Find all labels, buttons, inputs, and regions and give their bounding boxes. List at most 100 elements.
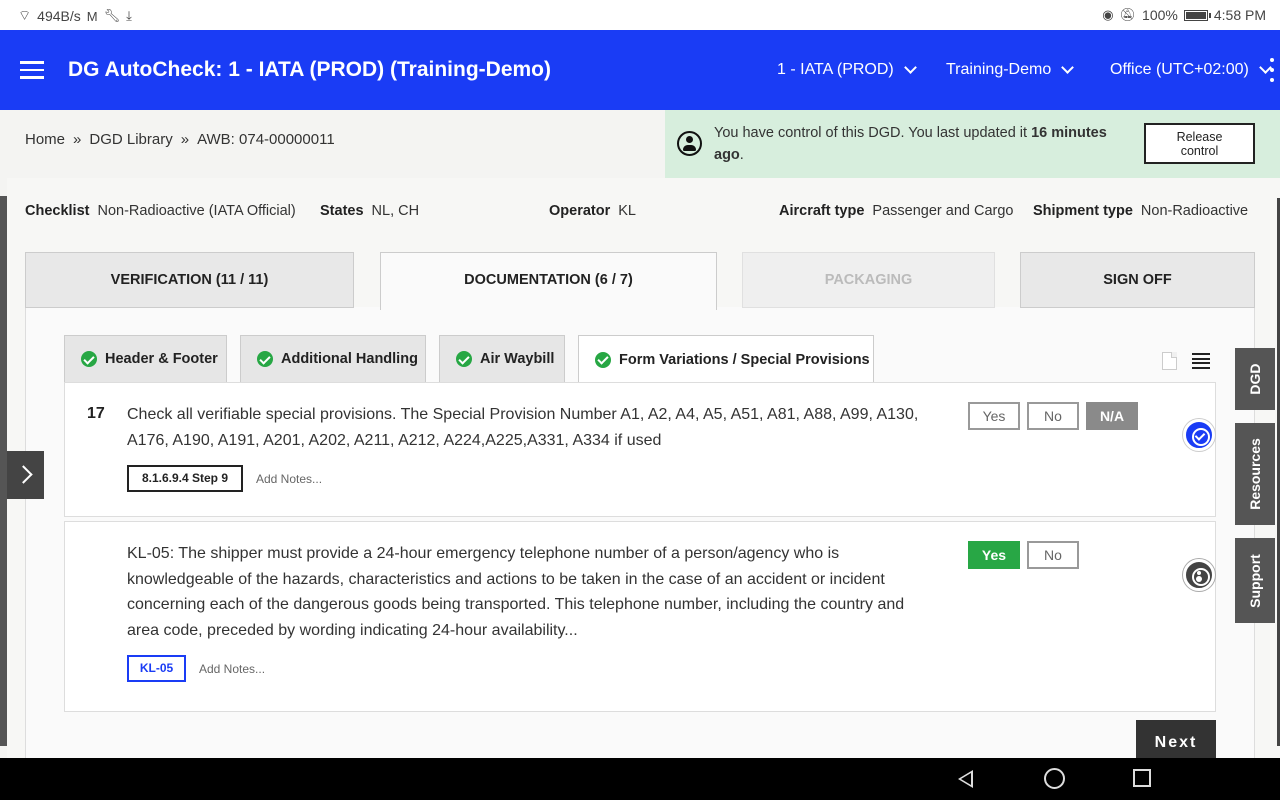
question-card: 17 Check all verifiable special provisio… — [64, 382, 1216, 517]
question-card: KL-05: The shipper must provide a 24-hou… — [64, 521, 1216, 712]
operator-label: Operator — [549, 203, 611, 219]
gmail-icon: M — [86, 8, 98, 24]
side-tab-dgd[interactable]: DGD — [1235, 348, 1275, 410]
environment-dropdown[interactable]: 1 - IATA (PROD) — [777, 61, 917, 79]
list-view-icon[interactable] — [1192, 353, 1210, 369]
operator-meta: Operator KL — [549, 203, 636, 219]
check-circle-icon — [81, 351, 97, 367]
states-label: States — [320, 203, 364, 219]
question-text-line: concerning each of the dangerous goods b… — [127, 596, 905, 613]
battery-percent: 100% — [1142, 7, 1178, 23]
release-control-label: control — [1180, 144, 1219, 158]
system-status-bar: ⌔ 494B/s M 🔧︎ ⤓ ◉ 🔕︎ 100% 4:58 PM — [0, 0, 1280, 30]
aircraft-type-label: Aircraft type — [779, 203, 865, 219]
system-navigation-bar — [0, 758, 1280, 800]
question-text-line: knowledgeable of the hazards, characteri… — [127, 570, 885, 588]
answer-yes-button[interactable]: Yes — [968, 402, 1020, 430]
check-circle-icon — [456, 351, 472, 367]
breadcrumb-separator: » — [180, 131, 190, 148]
battery-icon — [1183, 9, 1211, 21]
menu-icon[interactable] — [20, 61, 44, 79]
aircraft-meta: Aircraft type Passenger and Cargo — [779, 203, 1014, 219]
back-icon[interactable] — [958, 770, 973, 788]
control-banner: You have control of this DGD. You last u… — [665, 110, 1280, 178]
side-tab-resources[interactable]: Resources — [1235, 423, 1275, 525]
add-notes-link[interactable]: Add Notes... — [199, 662, 265, 676]
timezone-dropdown-label: Office (UTC+02:00) — [1110, 61, 1249, 78]
breadcrumb-separator: » — [73, 131, 82, 148]
aircraft-type-value: Passenger and Cargo — [872, 203, 1014, 219]
control-message-text: You have control of this DGD. You last u… — [714, 125, 1032, 141]
home-icon[interactable] — [1044, 768, 1065, 789]
tab-packaging: PACKAGING — [742, 252, 995, 308]
left-divider — [0, 196, 7, 746]
mute-icon: 🔕︎ — [1119, 7, 1137, 22]
next-button[interactable]: Next — [1136, 720, 1216, 758]
control-message: You have control of this DGD. You last u… — [714, 122, 1124, 166]
expand-drawer-button[interactable] — [7, 451, 44, 499]
add-notes-link[interactable]: Add Notes... — [256, 472, 322, 486]
control-message-suffix: . — [739, 147, 744, 163]
subtab-header-footer[interactable]: Header & Footer — [64, 335, 227, 382]
user-icon — [677, 131, 702, 156]
side-tab-label: Resources — [1247, 438, 1263, 510]
app-header: DG AutoCheck: 1 - IATA (PROD) (Training-… — [0, 30, 1280, 110]
shipment-type-value: Non-Radioactive — [1140, 203, 1249, 219]
verified-status-icon[interactable] — [1183, 419, 1215, 451]
clock: 4:58 PM — [1213, 7, 1266, 23]
tab-verification[interactable]: VERIFICATION (11 / 11) — [25, 252, 354, 308]
side-tab-label: Support — [1247, 553, 1263, 608]
tab-documentation[interactable]: DOCUMENTATION (6 / 7) — [380, 252, 717, 310]
answer-na-button[interactable]: N/A — [1086, 402, 1138, 430]
wrench-icon: 🔧︎ — [103, 8, 121, 23]
answer-yes-button[interactable]: Yes — [968, 541, 1020, 569]
question-text-line: area code, preceded by wording indicatin… — [127, 621, 578, 639]
reference-button[interactable]: 8.1.6.9.4 Step 9 — [127, 465, 243, 492]
account-dropdown[interactable]: Training-Demo — [946, 61, 1075, 79]
subtab-air-waybill[interactable]: Air Waybill — [439, 335, 565, 382]
wifi-icon: ⌔ — [18, 7, 32, 23]
side-tab-label: DGD — [1247, 363, 1263, 395]
eye-icon: ◉ — [1102, 7, 1114, 22]
states-meta: States NL, CH — [320, 203, 419, 219]
environment-dropdown-label: 1 - IATA (PROD) — [777, 61, 894, 78]
question-text: Check all verifiable special provisions.… — [127, 402, 918, 453]
answer-no-button[interactable]: No — [1027, 541, 1079, 569]
assigned-user-icon[interactable] — [1183, 559, 1215, 591]
subtab-label: Additional Handling — [281, 351, 418, 367]
question-text-line: KL-05: The shipper must provide a 24-hou… — [127, 545, 840, 562]
operator-value: KL — [618, 203, 636, 219]
question-number: 17 — [87, 405, 105, 422]
timezone-dropdown[interactable]: Office (UTC+02:00) — [1110, 61, 1272, 79]
shipment-meta: Shipment type Non-Radioactive — [1033, 203, 1248, 219]
checklist-meta: Checklist Non-Radioactive (IATA Official) — [25, 203, 296, 219]
answer-no-button[interactable]: No — [1027, 402, 1079, 430]
breadcrumb-current: AWB: 074-00000011 — [197, 131, 335, 148]
more-options-icon[interactable] — [1268, 58, 1276, 82]
release-control-label: Release — [1176, 130, 1223, 144]
breadcrumb-dgd-library[interactable]: DGD Library — [89, 131, 172, 148]
account-dropdown-label: Training-Demo — [946, 61, 1052, 78]
shipment-type-label: Shipment type — [1033, 203, 1133, 219]
recent-apps-icon[interactable] — [1133, 769, 1151, 787]
chevron-down-icon — [1061, 61, 1075, 74]
document-icon[interactable] — [1162, 352, 1177, 370]
checklist-value: Non-Radioactive (IATA Official) — [97, 203, 296, 219]
subtab-label: Header & Footer — [105, 351, 218, 367]
check-circle-icon — [595, 351, 611, 368]
question-text-line: A176, A190, A191, A201, A202, A211, A212… — [127, 431, 662, 449]
chevron-down-icon — [903, 61, 917, 74]
page-title: DG AutoCheck: 1 - IATA (PROD) (Training-… — [68, 58, 551, 81]
breadcrumb-home[interactable]: Home — [25, 131, 65, 148]
subtab-additional-handling[interactable]: Additional Handling — [240, 335, 426, 382]
subtab-label: Form Variations / Special Provisions — [619, 351, 870, 368]
download-icon: ⤓ — [126, 8, 132, 23]
side-tab-support[interactable]: Support — [1235, 538, 1275, 623]
release-control-button[interactable]: Release control — [1144, 123, 1255, 164]
subtab-form-variations[interactable]: Form Variations / Special Provisions — [578, 335, 874, 383]
reference-button[interactable]: KL-05 — [127, 655, 186, 682]
tab-sign-off[interactable]: SIGN OFF — [1020, 252, 1255, 308]
breadcrumb: Home » DGD Library » AWB: 074-00000011 — [0, 110, 665, 178]
network-speed: 494B/s — [37, 8, 81, 24]
checklist-label: Checklist — [25, 203, 90, 219]
